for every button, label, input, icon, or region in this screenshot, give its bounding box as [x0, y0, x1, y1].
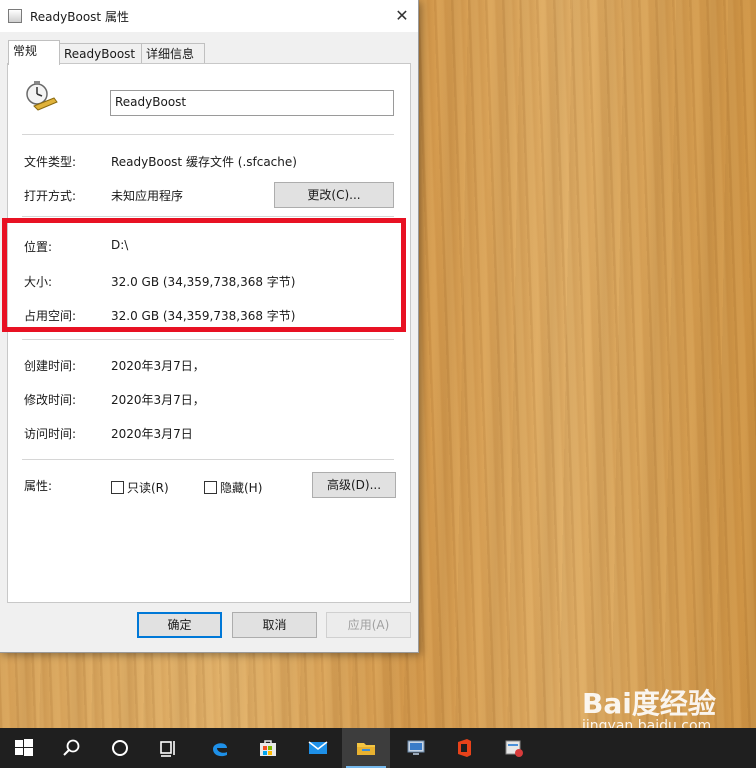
size-value: 32.0 GB (34,359,738,368 字节)	[111, 275, 296, 289]
advanced-button[interactable]: 高级(D)...	[312, 472, 396, 498]
size-on-disk-value: 32.0 GB (34,359,738,368 字节)	[111, 309, 296, 323]
open-with-value: 未知应用程序	[111, 189, 184, 203]
start-button[interactable]	[0, 728, 48, 768]
mail-button[interactable]	[294, 728, 342, 768]
change-button[interactable]: 更改(C)...	[274, 182, 394, 208]
tab-general[interactable]: 常规	[8, 40, 60, 65]
hidden-checkbox[interactable]: 隐藏(H)	[204, 479, 262, 495]
store-icon	[260, 740, 276, 756]
task-view-icon	[160, 741, 175, 757]
attributes-label: 属性:	[24, 479, 53, 493]
tab-readyboost[interactable]: ReadyBoost	[59, 43, 145, 64]
apply-button[interactable]: 应用(A)	[326, 612, 411, 638]
cancel-button[interactable]: 取消	[232, 612, 317, 638]
size-label: 大小:	[24, 275, 53, 289]
cortana-icon	[112, 740, 128, 756]
app-icon	[505, 740, 523, 757]
accessed-value: 2020年3月7日	[111, 427, 193, 441]
edge-icon	[213, 743, 227, 757]
divider	[22, 134, 394, 135]
search-icon	[63, 739, 80, 756]
readyboost-file-icon	[26, 81, 58, 111]
file-explorer-button[interactable]	[342, 728, 390, 768]
close-button[interactable]: ✕	[386, 0, 418, 32]
start-icon	[15, 739, 33, 756]
readonly-label: 只读(R)	[127, 481, 169, 495]
hidden-label: 隐藏(H)	[220, 481, 263, 495]
modified-label: 修改时间:	[24, 393, 77, 407]
checkbox-box[interactable]	[204, 481, 217, 494]
created-label: 创建时间:	[24, 359, 77, 373]
edge-button[interactable]	[196, 728, 244, 768]
mail-icon	[308, 741, 328, 754]
general-panel: ReadyBoost 文件类型: ReadyBoost 缓存文件 (.sfcac…	[7, 63, 411, 603]
file-type-label: 文件类型:	[24, 155, 77, 169]
office-button[interactable]	[440, 728, 488, 768]
cortana-button[interactable]	[96, 728, 144, 768]
store-button[interactable]	[244, 728, 292, 768]
file-explorer-icon	[357, 743, 375, 755]
properties-dialog: ReadyBoost 属性 ✕ 常规 ReadyBoost 详细信息 Ready…	[0, 0, 419, 653]
baidu-watermark: Bai度经验 jingyan.baidu.com	[582, 682, 716, 734]
watermark-logo: Bai度经验	[582, 687, 716, 720]
readonly-checkbox[interactable]: 只读(R)	[111, 479, 169, 495]
tab-details[interactable]: 详细信息	[141, 43, 205, 64]
computer-button[interactable]	[392, 728, 440, 768]
modified-value: 2020年3月7日，	[111, 393, 205, 407]
size-on-disk-label: 占用空间:	[24, 309, 77, 323]
location-value: D:\	[111, 238, 129, 252]
divider	[22, 339, 394, 340]
checkbox-box[interactable]	[111, 481, 124, 494]
window-title: ReadyBoost 属性	[30, 10, 129, 24]
ok-button[interactable]: 确定	[137, 612, 222, 638]
taskbar	[0, 728, 756, 768]
accessed-label: 访问时间:	[24, 427, 77, 441]
location-label: 位置:	[24, 240, 53, 254]
divider	[22, 459, 394, 460]
search-button[interactable]	[48, 728, 96, 768]
office-icon	[458, 739, 471, 757]
file-type-value: ReadyBoost 缓存文件 (.sfcache)	[111, 155, 297, 169]
task-view-button[interactable]	[144, 728, 192, 768]
app-button[interactable]	[490, 728, 538, 768]
open-with-label: 打开方式:	[24, 189, 77, 203]
file-icon	[8, 9, 22, 23]
title-bar[interactable]: ReadyBoost 属性 ✕	[0, 0, 418, 32]
divider	[22, 216, 394, 217]
file-name-input[interactable]: ReadyBoost	[110, 90, 394, 116]
computer-icon	[407, 740, 425, 755]
created-value: 2020年3月7日，	[111, 359, 205, 373]
